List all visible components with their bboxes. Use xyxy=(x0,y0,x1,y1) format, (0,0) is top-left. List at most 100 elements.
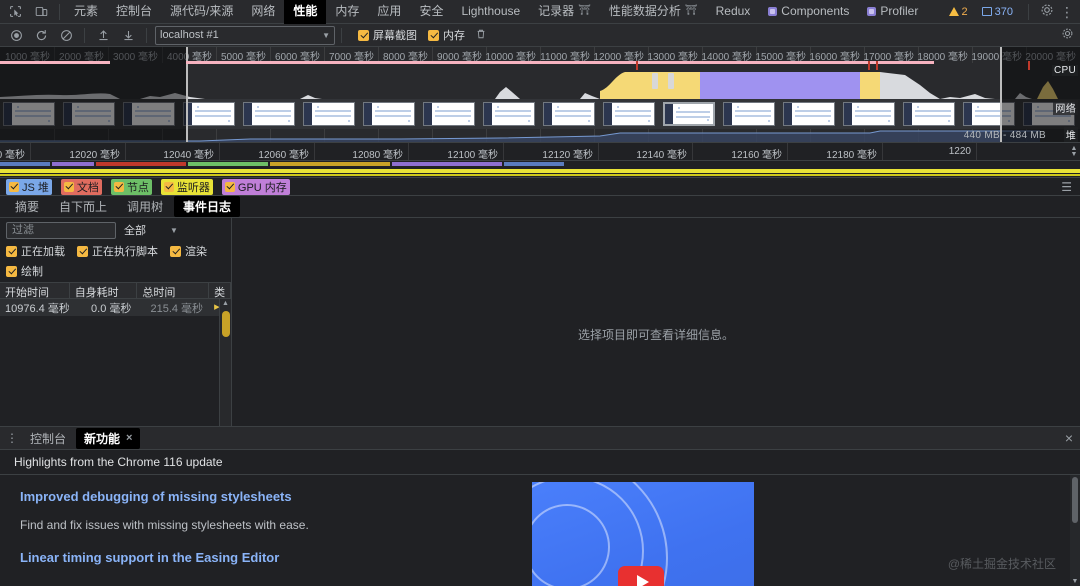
scrollbar-thumb[interactable] xyxy=(1072,477,1078,523)
ruler-scroll-arrows[interactable]: ▲ ▼ xyxy=(1069,143,1079,160)
tab-label: 应用 xyxy=(377,4,402,18)
devtools-drawer: ⋮ 控制台 新功能 × × Highlights from the Chrome… xyxy=(0,426,1080,586)
tab-label: 记录器 xyxy=(538,4,575,18)
tab-profiler[interactable]: Profiler xyxy=(858,0,927,24)
tab-console[interactable]: 控制台 xyxy=(107,0,161,24)
tab-summary[interactable]: 摘要 xyxy=(6,196,48,217)
collect-garbage-icon[interactable] xyxy=(475,28,487,43)
reload-and-record-button[interactable] xyxy=(29,25,53,46)
column-header-start-time[interactable]: 开始时间 xyxy=(0,283,70,298)
memory-legend-item[interactable]: GPU 内存 xyxy=(221,178,290,195)
checkbox-label: 渲染 xyxy=(185,246,207,258)
checkbox-scripting[interactable]: 正在执行脚本 xyxy=(77,243,158,259)
cell-total-time: 215.4 毫秒 xyxy=(137,299,210,316)
column-header-total-time[interactable]: 总时间 xyxy=(137,283,210,298)
tab-bottom-up[interactable]: 自下而上 xyxy=(50,196,116,217)
save-profile-icon[interactable] xyxy=(116,25,140,46)
tab-components[interactable]: Components xyxy=(759,0,858,24)
drawer-scrollbar[interactable]: ▼ xyxy=(1070,475,1080,586)
memory-legend-label: 监听器 xyxy=(176,181,210,194)
screenshots-checkbox[interactable]: 屏幕截图 xyxy=(358,27,417,43)
checkbox-label: 绘制 xyxy=(21,266,43,278)
tab-elements[interactable]: 元素 xyxy=(65,0,107,24)
performance-toolbar: localhost #1 ▼ 屏幕截图 内存 xyxy=(0,24,1080,47)
memory-legend-label: JS 堆 xyxy=(22,181,49,194)
column-header-category[interactable]: 类 xyxy=(209,283,231,298)
checkbox-loading[interactable]: 正在加载 xyxy=(6,243,65,259)
inspect-element-icon[interactable] xyxy=(2,1,28,23)
drawer-more-kebab-icon[interactable]: ⋮ xyxy=(4,432,20,444)
ruler-tick xyxy=(598,143,599,160)
checkbox-label: 正在加载 xyxy=(21,246,65,258)
toolbar-divider xyxy=(59,3,60,20)
drawer-close-icon[interactable]: × xyxy=(1065,430,1073,446)
filter-input[interactable] xyxy=(6,221,116,239)
memory-legend-menu-icon[interactable]: ☰ xyxy=(1061,180,1080,194)
record-button[interactable] xyxy=(4,25,28,46)
tab-recorder[interactable]: 记录器 ⛩ xyxy=(529,0,600,24)
duration-filter-select[interactable]: 全部 ▼ xyxy=(124,222,178,238)
tab-application[interactable]: 应用 xyxy=(368,0,410,24)
close-tab-icon[interactable]: × xyxy=(126,432,132,444)
timeline-overview-pane[interactable]: CPU 网络 堆 440 MB - 484 MB 1000 毫秒2000 毫秒3… xyxy=(0,47,1080,143)
tab-redux[interactable]: Redux xyxy=(707,0,760,24)
ruler-tick xyxy=(976,143,977,160)
memory-legend-item[interactable]: 节点 xyxy=(110,178,152,195)
memory-legend-label: GPU 内存 xyxy=(237,181,287,194)
overview-cpu-label: CPU xyxy=(1051,65,1078,76)
message-count-badge[interactable]: 370 xyxy=(978,5,1017,19)
memory-checkbox[interactable]: 内存 xyxy=(428,27,465,43)
device-toolbar-icon[interactable] xyxy=(28,1,54,23)
message-box-icon xyxy=(981,7,992,16)
warning-count-badge[interactable]: 2 xyxy=(945,5,972,19)
ruler-tick-label: 12020 毫秒 xyxy=(69,150,120,161)
tab-sources[interactable]: 源代码/来源 xyxy=(161,0,242,24)
scroll-up-arrow-icon[interactable]: ▲ xyxy=(220,299,231,309)
capture-settings-gear-icon[interactable] xyxy=(1061,27,1074,43)
session-select[interactable]: localhost #1 ▼ xyxy=(155,25,335,45)
settings-gear-icon[interactable] xyxy=(1040,3,1054,20)
table-row[interactable]: 10976.4 毫秒 0.0 毫秒 215.4 毫秒 ▸ xyxy=(0,299,231,316)
checkbox-painting[interactable]: 绘制 xyxy=(6,263,43,279)
event-category-checkboxes: 正在加载 正在执行脚本 渲染 绘制 xyxy=(0,242,231,282)
drawer-tab-console[interactable]: 控制台 xyxy=(22,428,74,449)
memory-legend-item[interactable]: 文档 xyxy=(60,178,102,195)
timeline-flame-strip[interactable] xyxy=(0,161,1080,178)
load-profile-icon[interactable] xyxy=(91,25,115,46)
column-header-self-time[interactable]: 自身耗时 xyxy=(70,283,138,298)
tab-label: Redux xyxy=(715,4,751,18)
whats-new-video-thumbnail[interactable]: new xyxy=(532,482,754,586)
screenshots-label: 屏幕截图 xyxy=(373,30,417,42)
ruler-tick xyxy=(787,143,788,160)
tab-label: Components xyxy=(781,4,850,18)
tab-label: 源代码/来源 xyxy=(170,4,234,18)
timeline-ruler[interactable]: ▲▼ 12000 毫秒 12020 毫秒 12040 毫秒 12060 毫秒 12080… xyxy=(0,143,1080,161)
tab-security[interactable]: 安全 xyxy=(410,0,452,24)
tab-label: 内存 xyxy=(335,4,360,18)
tab-network[interactable]: 网络 xyxy=(242,0,284,24)
tab-memory[interactable]: 内存 xyxy=(326,0,368,24)
clear-button[interactable] xyxy=(54,25,78,46)
tab-label: 事件日志 xyxy=(183,200,232,214)
checkbox-rendering[interactable]: 渲染 xyxy=(170,243,207,259)
drawer-tab-whats-new[interactable]: 新功能 × xyxy=(76,427,141,449)
memory-legend-item[interactable]: 监听器 xyxy=(160,178,213,195)
tab-label: 自下而上 xyxy=(59,200,108,214)
tab-lighthouse[interactable]: Lighthouse xyxy=(452,0,529,24)
memory-legend-item[interactable]: JS 堆 xyxy=(6,178,52,195)
tab-event-log[interactable]: 事件日志 xyxy=(174,196,241,217)
scrollbar-thumb[interactable] xyxy=(222,311,230,337)
window-resize-grip-right[interactable] xyxy=(668,73,674,89)
ruler-tick-label: 12060 毫秒 xyxy=(258,150,309,161)
window-resize-grip-left[interactable] xyxy=(652,73,658,89)
scroll-down-arrow-icon[interactable]: ▼ xyxy=(1070,578,1080,585)
more-options-kebab-icon[interactable]: ⋮ xyxy=(1060,5,1074,19)
memory-legend-label: 文档 xyxy=(76,181,99,194)
tab-performance-insights[interactable]: 性能数据分析 ⛩ xyxy=(600,0,707,24)
checkbox-checked-icon xyxy=(63,181,74,192)
perf-toolbar-right xyxy=(1061,27,1080,43)
tab-call-tree[interactable]: 调用树 xyxy=(118,196,172,217)
tab-performance[interactable]: 性能 xyxy=(284,0,327,24)
checkbox-checked-icon xyxy=(77,245,88,257)
react-logo-icon xyxy=(867,6,877,16)
